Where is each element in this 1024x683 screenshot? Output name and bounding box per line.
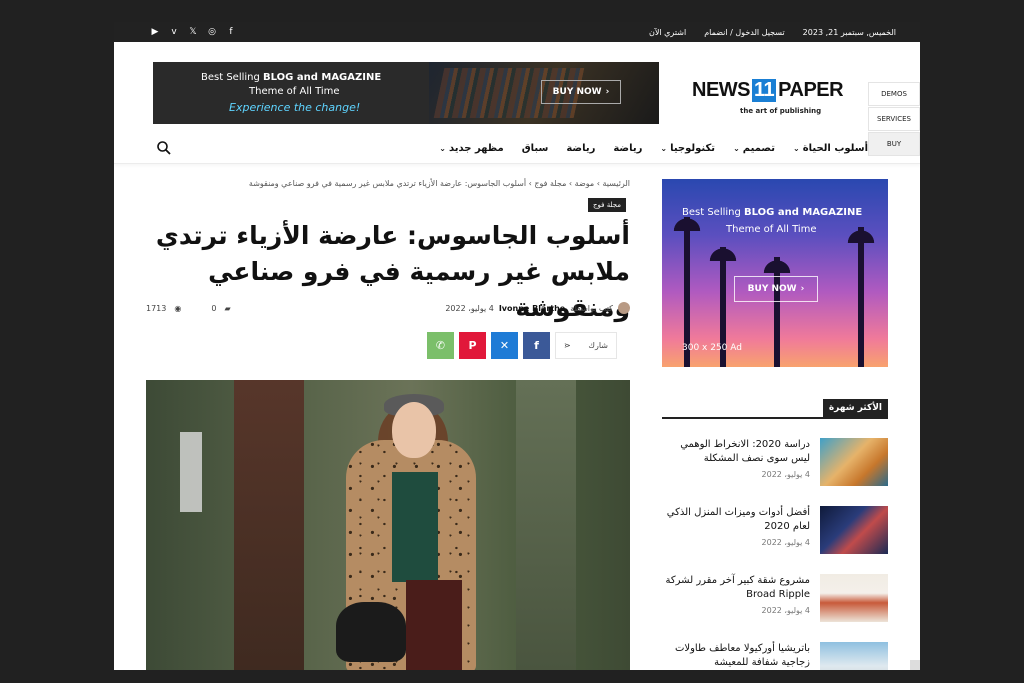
article-stats: 1713 ◉ 0 ▰: [146, 304, 231, 313]
whatsapp-share-button[interactable]: ✆: [427, 332, 454, 359]
vimeo-icon[interactable]: v: [169, 27, 179, 37]
login-link[interactable]: تسجيل الدخول / انضمام: [704, 28, 784, 37]
chevron-down-icon: ⌄: [439, 143, 446, 153]
popular-post[interactable]: دراسة 2020: الانخراط الوهمي ليس سوى نصف …: [662, 438, 888, 494]
browser-page: ▶ v 𝕏 ◎ f الخميس, سبتمبر 21, 2023 تسجيل …: [114, 22, 920, 670]
share-label: شارك: [588, 341, 608, 350]
eye-icon: ◉: [174, 304, 182, 313]
x-icon: ✕: [499, 339, 510, 352]
photo-green-top: [392, 472, 438, 582]
popular-post-title[interactable]: أفضل أدوات وميزات المنزل الذكي لعام 2020: [662, 506, 810, 534]
logo-wordmark: NEWS 11 PAPER: [692, 79, 844, 102]
popular-heading-bar: الأكثر شهرة: [662, 399, 888, 419]
chevron-down-icon: ⌄: [733, 143, 740, 153]
nav-item-technology[interactable]: تكنولوجيا⌄: [660, 143, 715, 154]
nav-item-new-look[interactable]: مظهر جديد⌄: [439, 143, 503, 154]
palm-tree: [858, 227, 864, 367]
share-icon: ⋖: [564, 341, 571, 350]
sidebar-ad-line1: Best Selling BLOG and MAGAZINE: [682, 207, 863, 218]
facebook-share-button[interactable]: f: [523, 332, 550, 359]
facebook-icon[interactable]: f: [226, 27, 236, 37]
popular-post[interactable]: باتريشيا أوركيولا معاطف طاولات زجاجية شف…: [662, 642, 888, 670]
social-links: ▶ v 𝕏 ◎ f: [150, 22, 236, 42]
publish-date: 4 يوليو، 2022: [445, 303, 494, 313]
sidebar-ad[interactable]: Best Selling BLOG and MAGAZINE Theme of …: [662, 179, 888, 367]
author-name[interactable]: Ivonne Blarthe: [499, 304, 565, 313]
pinterest-icon: P: [468, 339, 477, 352]
nav-item-sports-2[interactable]: رياضة: [566, 143, 595, 154]
popular-post-title[interactable]: دراسة 2020: الانخراط الوهمي ليس سوى نصف …: [662, 438, 810, 466]
popular-post-thumbnail[interactable]: [820, 574, 888, 622]
instagram-icon[interactable]: ◎: [207, 27, 217, 37]
photo-poster: [180, 432, 202, 512]
header-ad-line2: Theme of All Time: [249, 86, 340, 97]
search-icon[interactable]: [156, 140, 172, 156]
popular-post-date: 4 يوليو، 2022: [761, 606, 810, 615]
share-bar: ✆ P ✕ f شارك ⋖: [427, 332, 617, 359]
header-ad-buy-button[interactable]: BUY NOW ›: [541, 80, 621, 104]
comment-icon[interactable]: ▰: [224, 304, 230, 313]
popular-heading: الأكثر شهرة: [822, 399, 888, 417]
services-button[interactable]: SERVICES: [868, 107, 920, 131]
popular-post-title[interactable]: مشروع شقة كبير آخر مقرر لشركة Broad Ripp…: [662, 574, 810, 602]
sidebar-ad-buy-button[interactable]: BUY NOW ›: [734, 276, 818, 302]
youtube-icon[interactable]: ▶: [150, 27, 160, 37]
palm-frond: [754, 251, 800, 273]
nav-item-lifestyle[interactable]: أسلوب الحياة⌄: [793, 143, 868, 154]
logo-tagline: the art of publishing: [740, 107, 822, 115]
article-featured-image: [146, 380, 630, 670]
popular-post[interactable]: أفضل أدوات وميزات المنزل الذكي لعام 2020…: [662, 506, 888, 562]
palm-frond: [838, 221, 884, 243]
x-share-button[interactable]: ✕: [491, 332, 518, 359]
facebook-icon: f: [534, 339, 539, 352]
pinterest-share-button[interactable]: P: [459, 332, 486, 359]
breadcrumb[interactable]: الرئيسية › موضة › مجلة فوج › أسلوب الجاس…: [194, 179, 630, 188]
header-ad-line3: Experience the change!: [229, 101, 361, 114]
top-date: الخميس, سبتمبر 21, 2023: [802, 27, 896, 37]
popular-post-title[interactable]: باتريشيا أوركيولا معاطف طاولات زجاجية شف…: [662, 642, 810, 670]
top-bar: ▶ v 𝕏 ◎ f الخميس, سبتمبر 21, 2023 تسجيل …: [114, 22, 920, 42]
popular-post-thumbnail[interactable]: [820, 506, 888, 554]
popular-post-date: 4 يوليو، 2022: [761, 470, 810, 479]
nav-item-racing[interactable]: سباق: [522, 143, 549, 154]
chevron-right-icon: ›: [800, 284, 805, 294]
whatsapp-icon: ✆: [435, 339, 446, 352]
top-bar-right: الخميس, سبتمبر 21, 2023 تسجيل الدخول / ا…: [649, 22, 896, 42]
comment-count[interactable]: 0: [211, 304, 216, 313]
photo-door: [234, 380, 304, 670]
chevron-down-icon: ⌄: [660, 143, 668, 153]
sidebar-ad-line2: Theme of All Time: [726, 224, 817, 235]
share-label-box[interactable]: شارك ⋖: [555, 332, 617, 359]
popular-post-date: 4 يوليو، 2022: [761, 538, 810, 547]
palm-tree: [774, 257, 780, 367]
nav-items: أسلوب الحياة⌄ تصميم⌄ تكنولوجيا⌄ رياضة ري…: [439, 132, 868, 164]
photo-pants: [406, 580, 462, 670]
chevron-right-icon: ›: [605, 87, 610, 97]
by-label: كتب بواسطة: [570, 303, 613, 313]
photo-face: [392, 402, 436, 458]
article-meta: كتب بواسطة Ivonne Blarthe 4 يوليو، 2022: [404, 302, 630, 314]
photo-window: [516, 380, 576, 670]
nav-item-sports-1[interactable]: رياضة: [613, 143, 642, 154]
category-badge[interactable]: مجلة فوج: [588, 198, 627, 212]
site-logo[interactable]: NEWS 11 PAPER the art of publishing: [692, 74, 862, 118]
nav-item-design[interactable]: تصميم⌄: [733, 143, 775, 154]
buy-now-link[interactable]: اشتري الآن: [649, 28, 686, 37]
main-nav: أسلوب الحياة⌄ تصميم⌄ تكنولوجيا⌄ رياضة ري…: [114, 132, 920, 164]
scrollbar-corner[interactable]: [910, 660, 920, 670]
x-icon[interactable]: 𝕏: [188, 27, 198, 37]
photo-handbag: [336, 602, 406, 662]
popular-post-thumbnail[interactable]: [820, 642, 888, 670]
view-count: 1713: [146, 304, 167, 313]
demos-button[interactable]: DEMOS: [868, 82, 920, 106]
header-ad-banner[interactable]: Best Selling BLOG and MAGAZINE Theme of …: [153, 62, 659, 124]
sidebar-ad-size: 300 x 250 Ad: [682, 343, 742, 353]
popular-post-thumbnail[interactable]: [820, 438, 888, 486]
palm-frond: [700, 239, 746, 261]
header-ad-line1: Best Selling BLOG and MAGAZINE: [201, 72, 382, 83]
popular-post[interactable]: مشروع شقة كبير آخر مقرر لشركة Broad Ripp…: [662, 574, 888, 630]
chevron-down-icon: ⌄: [793, 143, 800, 153]
author-avatar[interactable]: [618, 302, 630, 314]
